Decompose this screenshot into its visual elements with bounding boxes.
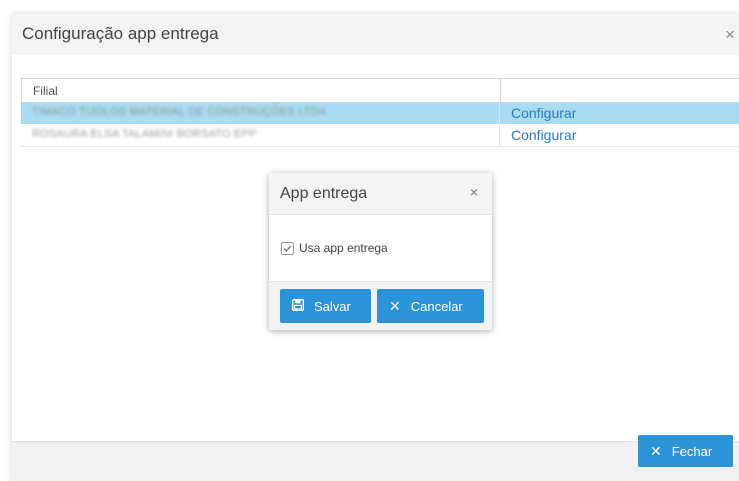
check-icon — [283, 244, 292, 252]
dialog-header: Configuração app entrega × — [12, 14, 739, 55]
salvar-label: Salvar — [314, 298, 351, 314]
table-row[interactable]: TIMACO TIJOLOS MATERIAL DE CONSTRUÇÕES L… — [21, 102, 739, 124]
usa-app-entrega-checkbox[interactable] — [281, 241, 294, 255]
column-header-filial: Filial — [33, 84, 58, 98]
table-header-row: Filial — [21, 78, 739, 103]
close-icon[interactable]: × — [725, 25, 739, 45]
fechar-label: Fechar — [671, 443, 713, 459]
salvar-button[interactable]: Salvar — [280, 289, 371, 323]
filial-name: ROSAURA ELSA TALAMINI BORSATO EPP — [32, 128, 257, 140]
save-icon — [291, 298, 305, 314]
filial-name: TIMACO TIJOLOS MATERIAL DE CONSTRUÇÕES L… — [32, 106, 327, 118]
inner-dialog-body: Usa app entrega — [269, 215, 492, 281]
times-icon: ✕ — [650, 442, 662, 459]
dialog-footer — [12, 441, 739, 481]
times-icon: ✕ — [389, 297, 401, 314]
fechar-button[interactable]: ✕ Fechar — [638, 435, 733, 467]
cancelar-button[interactable]: ✕ Cancelar — [377, 289, 484, 323]
inner-dialog-header: App entrega × — [269, 173, 492, 215]
filial-table: Filial TIMACO TIJOLOS MATERIAL DE CONSTR… — [21, 78, 739, 158]
configurar-link[interactable]: Configurar — [511, 105, 576, 121]
usa-app-entrega-checkbox-row[interactable]: Usa app entrega — [281, 241, 388, 255]
column-divider — [500, 79, 501, 102]
dialog-title: Configuração app entrega — [22, 24, 219, 43]
checkbox-label: Usa app entrega — [299, 241, 388, 255]
column-divider — [499, 124, 500, 146]
table-row[interactable]: ROSAURA ELSA TALAMINI BORSATO EPP Config… — [21, 124, 739, 147]
column-divider — [499, 102, 500, 124]
cancelar-label: Cancelar — [410, 298, 463, 314]
inner-dialog-title: App entrega — [280, 185, 368, 202]
configurar-link[interactable]: Configurar — [511, 127, 576, 143]
close-icon[interactable]: × — [470, 184, 478, 200]
